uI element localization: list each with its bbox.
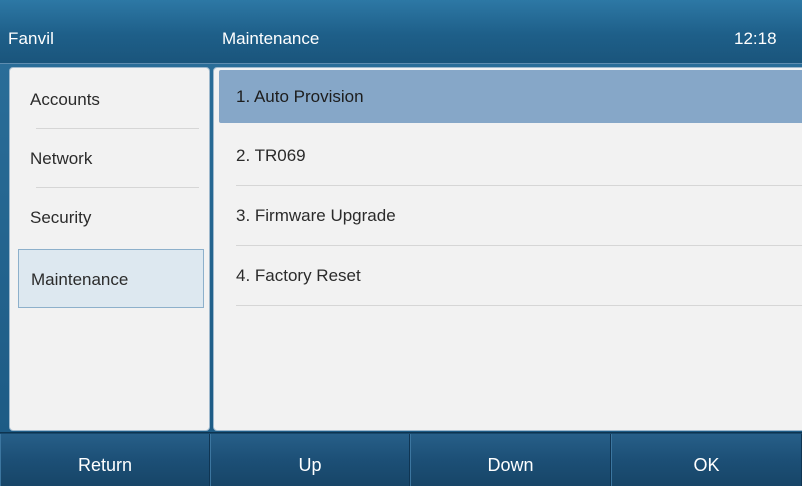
menu-panel: 1. Auto Provision 2. TR069 3. Firmware U… xyxy=(213,67,802,431)
menu-item-factory-reset[interactable]: 4. Factory Reset xyxy=(219,246,802,306)
sidebar-item-accounts[interactable]: Accounts xyxy=(10,70,209,129)
menu-item-firmware-upgrade[interactable]: 3. Firmware Upgrade xyxy=(219,186,802,246)
sidebar-item-maintenance[interactable]: Maintenance xyxy=(18,249,204,308)
sidebar-item-security[interactable]: Security xyxy=(10,188,209,247)
menu-item-tr069[interactable]: 2. TR069 xyxy=(219,126,802,186)
softkey-bar: Return Up Down OK xyxy=(0,432,802,486)
menu-item-label: 1. Auto Provision xyxy=(236,87,364,106)
up-button[interactable]: Up xyxy=(210,434,410,486)
sidebar-item-label: Network xyxy=(30,149,93,168)
title-bar: Fanvil Maintenance 12:18 xyxy=(0,0,802,64)
clock: 12:18 xyxy=(734,29,777,48)
menu-item-auto-provision[interactable]: 1. Auto Provision xyxy=(219,70,802,123)
return-button[interactable]: Return xyxy=(0,434,210,486)
phone-screen: Fanvil Maintenance 12:18 Accounts Networ… xyxy=(0,0,802,486)
brand-label: Fanvil xyxy=(8,29,54,48)
menu-item-label: 2. TR069 xyxy=(236,146,306,165)
content-area: Accounts Network Security Maintenance 1.… xyxy=(0,64,802,432)
sidebar-item-label: Security xyxy=(30,208,92,227)
sidebar-item-label: Maintenance xyxy=(31,270,129,289)
sidebar-item-label: Accounts xyxy=(30,90,100,109)
ok-button[interactable]: OK xyxy=(611,434,802,486)
down-button[interactable]: Down xyxy=(410,434,611,486)
page-title: Maintenance xyxy=(222,29,320,48)
sidebar-item-network[interactable]: Network xyxy=(10,129,209,188)
divider xyxy=(236,305,802,306)
sidebar: Accounts Network Security Maintenance xyxy=(9,67,210,431)
menu-item-label: 4. Factory Reset xyxy=(236,266,361,285)
menu-item-label: 3. Firmware Upgrade xyxy=(236,206,396,225)
